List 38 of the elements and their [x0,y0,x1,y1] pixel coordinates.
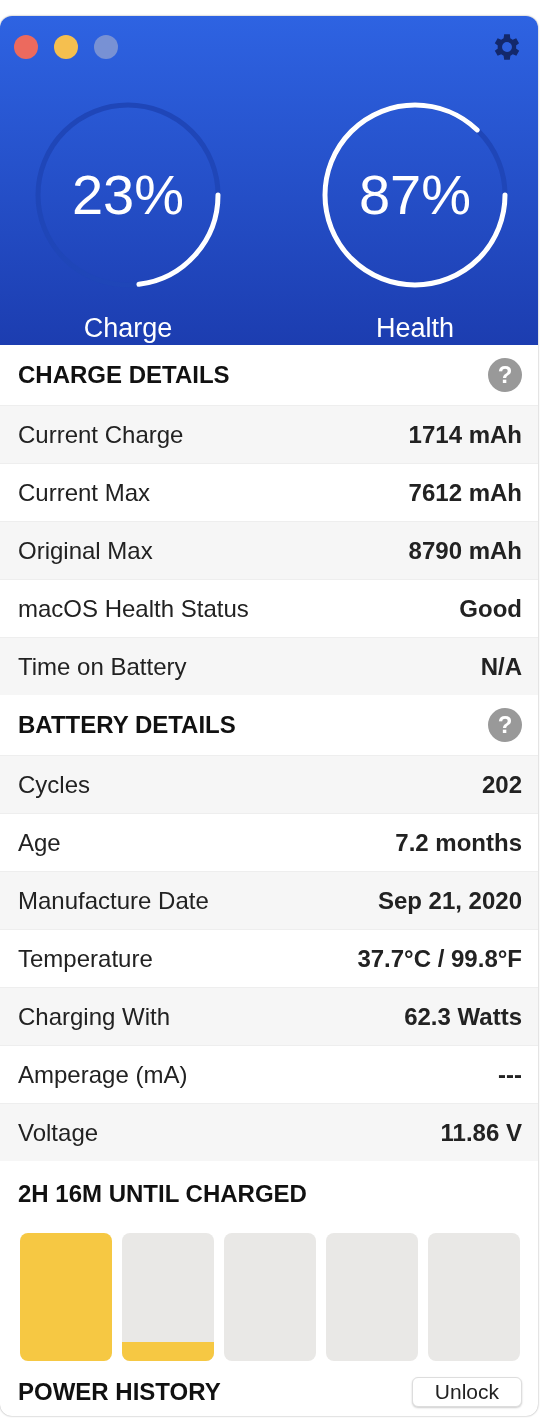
row-value: 7.2 months [395,828,522,857]
row-label: Cycles [18,770,90,799]
gauge-label: Health [375,313,454,344]
row-value: 202 [481,770,522,799]
row-value: 1714 mAh [408,420,522,449]
zoom-icon[interactable] [94,35,118,59]
row-label: macOS Health Status [18,594,249,623]
row-label: Current Charge [18,420,184,449]
row-value: 37.7°C / 99.8°F [357,944,522,973]
help-icon[interactable]: ? [488,708,522,742]
row-value: --- [498,1060,522,1089]
help-icon[interactable]: ? [488,358,522,392]
row-label: Time on Battery [18,652,187,681]
close-icon[interactable] [14,35,38,59]
row-value: Good [459,594,522,623]
row-label: Age [18,828,61,857]
minimize-icon[interactable] [54,35,78,59]
row-label: Voltage [18,1118,99,1147]
row-label: Current Max [18,478,151,507]
row-value: 11.86 V [440,1118,522,1147]
row-value: 62.3 Watts [404,1002,522,1031]
row-label: Temperature [18,944,153,973]
section-title: CHARGE DETAILS [18,361,230,389]
gauge-label: Charge [83,313,173,344]
row-label: Manufacture Date [18,886,209,915]
row-label: Original Max [18,536,153,565]
row-label: Amperage (mA) [18,1060,188,1089]
row-label: Charging With [18,1002,171,1031]
gauge-value: 23% [70,163,186,227]
charge-time-title: 2H 16M UNTIL CHARGED [18,1180,307,1208]
power-history-title: POWER HISTORY [18,1378,221,1406]
row-value: N/A [480,652,522,681]
unlock-button[interactable]: Unlock [411,1377,522,1407]
gauge-value: 87% [357,163,473,227]
section-title: BATTERY DETAILS [18,711,236,739]
row-value: 7612 mAh [408,478,522,507]
row-value: Sep 21, 2020 [377,886,522,915]
row-value: 8790 mAh [408,536,522,565]
